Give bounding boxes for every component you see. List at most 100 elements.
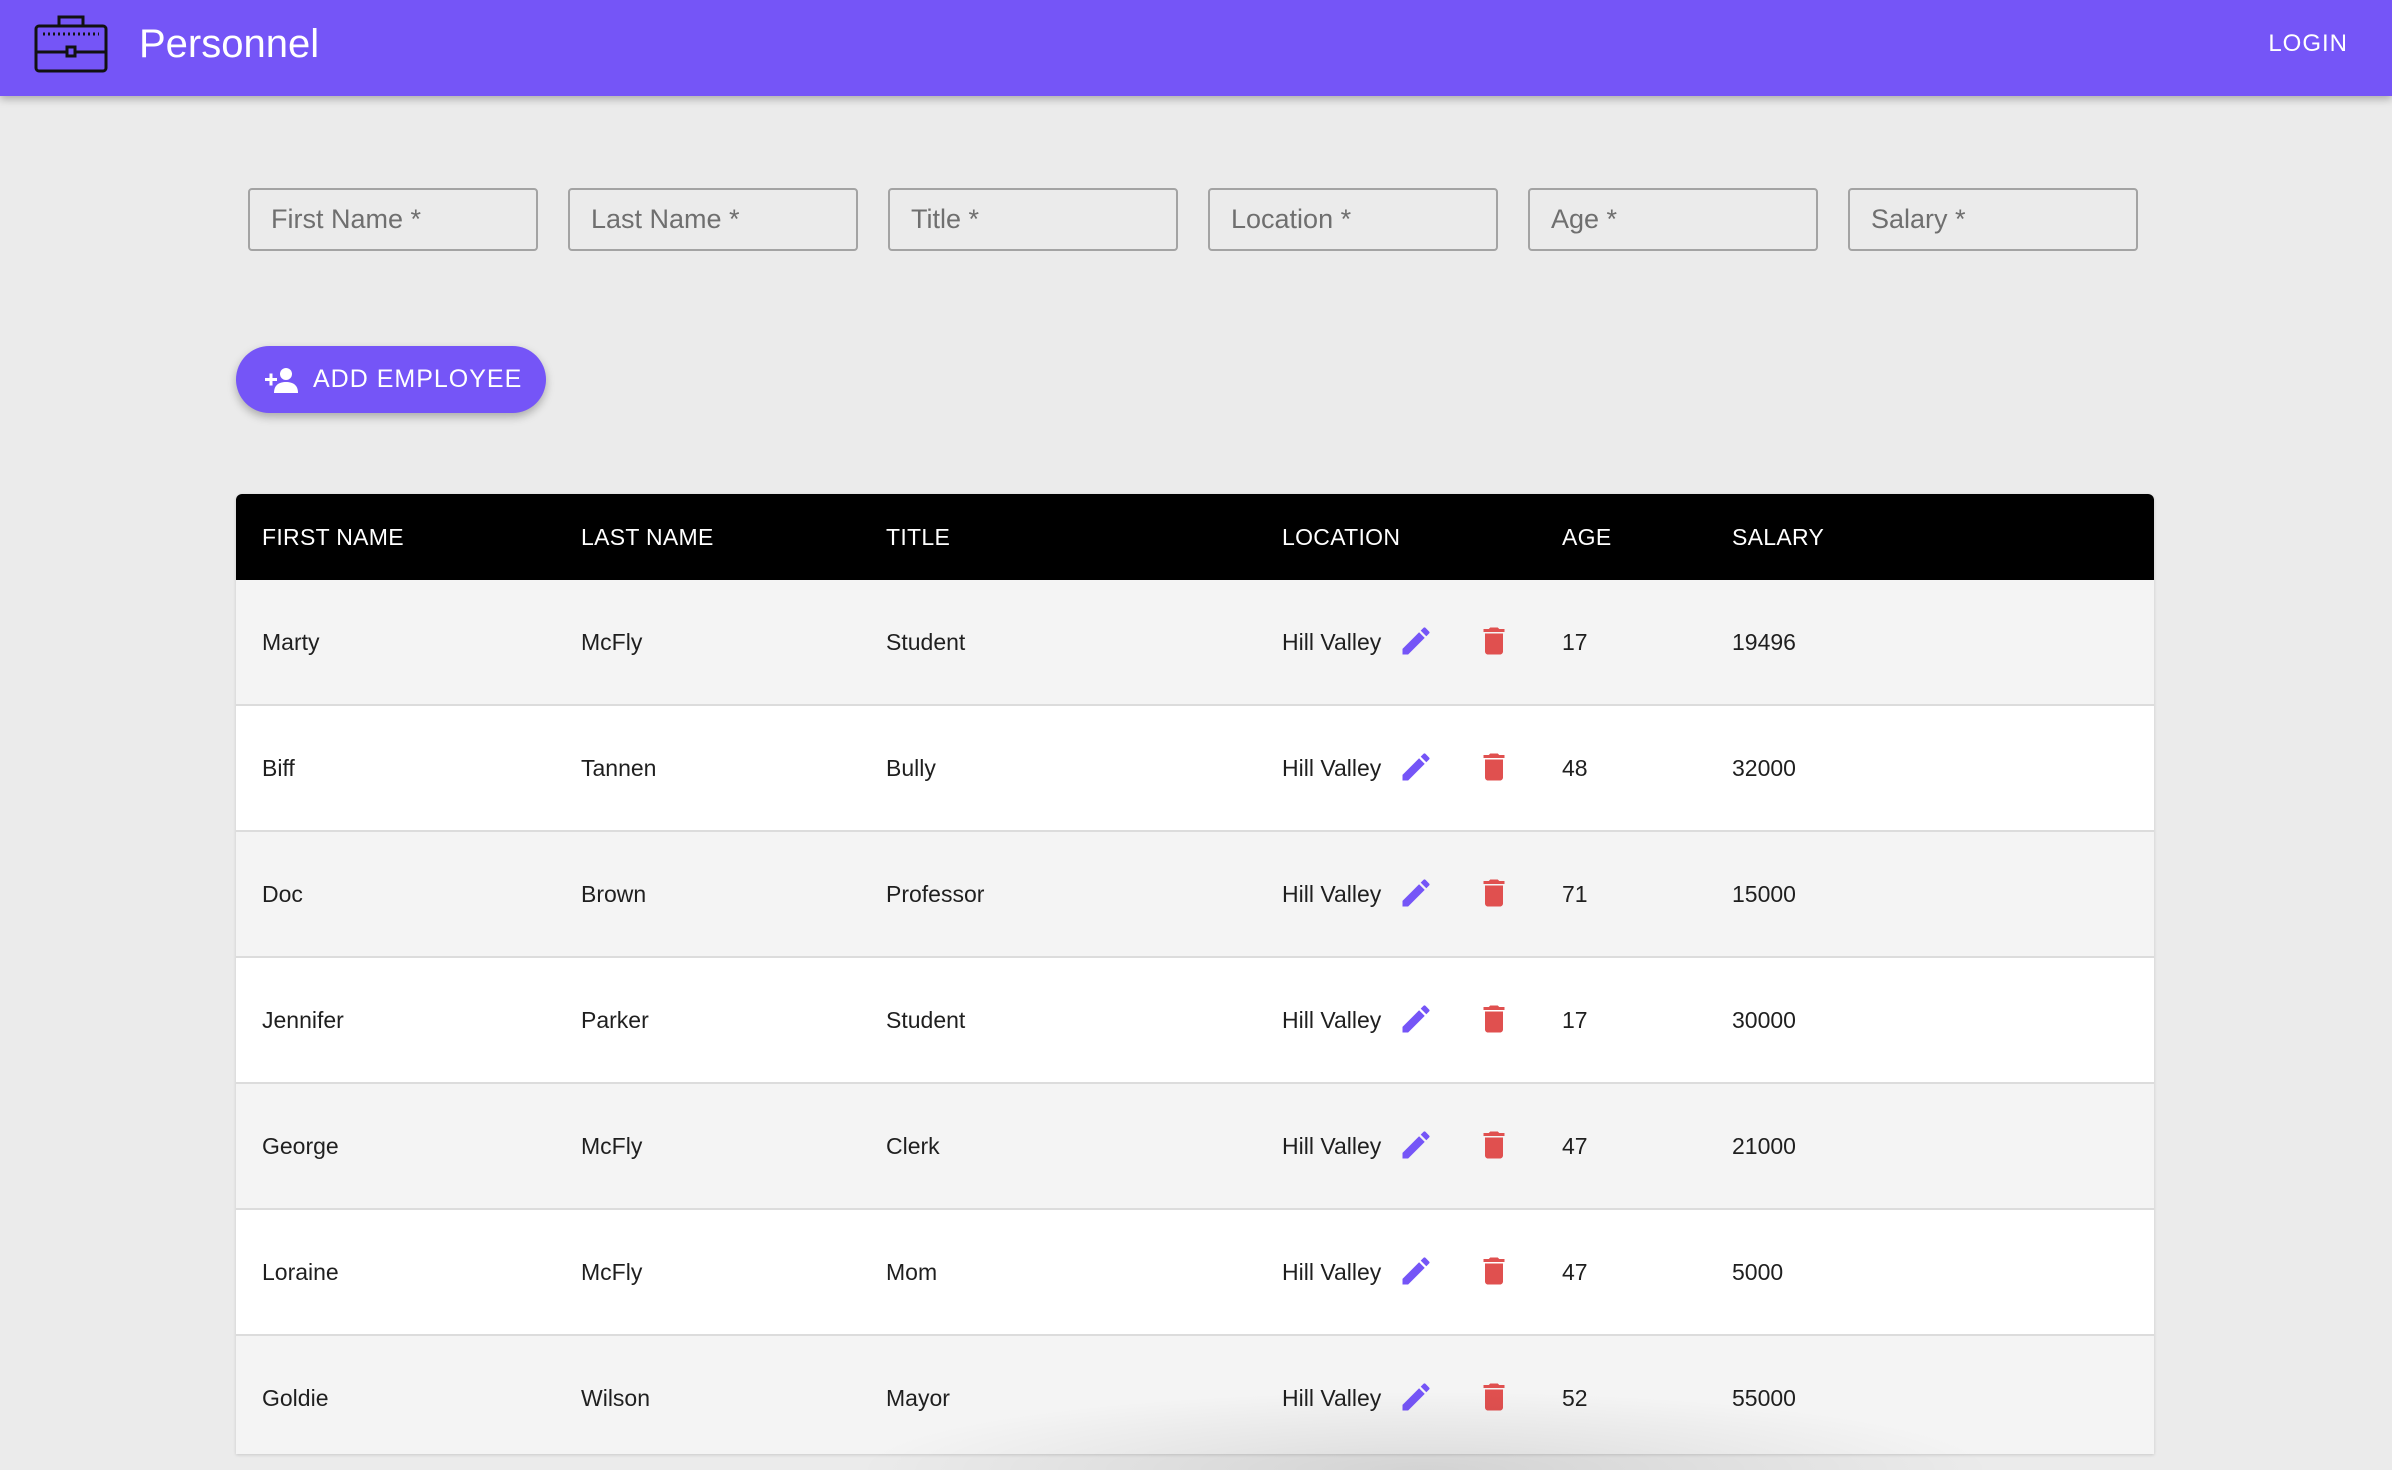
salary-input[interactable] [1850,190,2136,249]
cell-first-name: Biff [262,755,295,781]
edit-button[interactable] [1398,1001,1434,1037]
pencil-icon [1402,627,1430,655]
table-row: Goldie Wilson Mayor Hill Valley 52 55000 [236,1336,2154,1454]
app-bar: Personnel LOGIN [0,0,2392,96]
pencil-icon [1402,753,1430,781]
cell-location: Hill Valley [1282,1133,1382,1159]
cell-title: Clerk [886,1133,940,1159]
app-title: Personnel [139,22,320,66]
cell-age: 47 [1562,1259,1588,1285]
cell-age: 17 [1562,629,1588,655]
trash-icon [1483,1383,1505,1411]
salary-field[interactable] [1848,188,2138,251]
cell-first-name: Doc [262,881,303,907]
cell-location: Hill Valley [1282,1007,1382,1033]
delete-button[interactable] [1476,1379,1512,1415]
cell-last-name: Parker [581,1007,649,1033]
cell-last-name: McFly [581,1133,643,1159]
edit-button[interactable] [1398,875,1434,911]
cell-salary: 19496 [1732,629,1796,655]
employee-table: FIRST NAME LAST NAME TITLE LOCATION AGE … [236,494,2154,1454]
cell-last-name: McFly [581,629,643,655]
age-field[interactable] [1528,188,1818,251]
delete-button[interactable] [1476,875,1512,911]
col-first-name: FIRST NAME [262,524,404,550]
trash-icon [1483,1005,1505,1033]
edit-button[interactable] [1398,749,1434,785]
pencil-icon [1402,879,1430,907]
col-age: AGE [1562,524,1612,550]
cell-title: Student [886,1007,966,1033]
cell-first-name: George [262,1133,339,1159]
cell-first-name: Loraine [262,1259,339,1285]
table-header: FIRST NAME LAST NAME TITLE LOCATION AGE … [236,494,2154,580]
briefcase-icon [34,15,108,73]
delete-button[interactable] [1476,1253,1512,1289]
cell-last-name: Wilson [581,1385,651,1411]
last-name-input[interactable] [570,190,856,249]
cell-last-name: Tannen [581,755,657,781]
delete-button[interactable] [1476,749,1512,785]
cell-last-name: Brown [581,881,647,907]
delete-button[interactable] [1476,1127,1512,1163]
table-row: Doc Brown Professor Hill Valley 71 15000 [236,832,2154,958]
add-employee-label: ADD EMPLOYEE [313,365,523,393]
edit-button[interactable] [1398,1127,1434,1163]
trash-icon [1483,627,1505,655]
cell-age: 17 [1562,1007,1588,1033]
cell-location: Hill Valley [1282,881,1382,907]
cell-location: Hill Valley [1282,755,1382,781]
person-add-icon [265,368,298,393]
cell-salary: 21000 [1732,1133,1796,1159]
cell-first-name: Jennifer [262,1007,344,1033]
cell-title: Bully [886,755,936,781]
trash-icon [1483,879,1505,907]
cell-last-name: McFly [581,1259,643,1285]
col-salary: SALARY [1732,524,1825,550]
trash-icon [1483,1131,1505,1159]
cell-age: 47 [1562,1133,1588,1159]
table-row: Jennifer Parker Student Hill Valley 17 30000 [236,958,2154,1084]
cell-age: 52 [1562,1385,1588,1411]
cell-title: Professor [886,881,985,907]
cell-first-name: Marty [262,629,320,655]
cell-title: Mom [886,1259,938,1285]
col-title: TITLE [886,524,951,550]
cell-location: Hill Valley [1282,629,1382,655]
table-row: Biff Tannen Bully Hill Valley 48 32000 [236,706,2154,832]
pencil-icon [1402,1131,1430,1159]
delete-button[interactable] [1476,623,1512,659]
cell-title: Student [886,629,966,655]
location-input[interactable] [1210,190,1496,249]
delete-button[interactable] [1476,1001,1512,1037]
cell-first-name: Goldie [262,1385,329,1411]
last-name-field[interactable] [568,188,858,251]
title-input[interactable] [890,190,1176,249]
pencil-icon [1402,1005,1430,1033]
edit-button[interactable] [1398,623,1434,659]
cell-title: Mayor [886,1385,950,1411]
first-name-field[interactable] [248,188,538,251]
table-row: Loraine McFly Mom Hill Valley 47 5000 [236,1210,2154,1336]
title-field[interactable] [888,188,1178,251]
edit-button[interactable] [1398,1379,1434,1415]
col-location: LOCATION [1282,524,1401,550]
cell-location: Hill Valley [1282,1385,1382,1411]
cell-salary: 5000 [1732,1259,1784,1285]
edit-button[interactable] [1398,1253,1434,1289]
cell-location: Hill Valley [1282,1259,1382,1285]
trash-icon [1483,753,1505,781]
age-input[interactable] [1530,190,1816,249]
cell-age: 71 [1562,881,1588,907]
cell-salary: 32000 [1732,755,1796,781]
first-name-input[interactable] [250,190,536,249]
pencil-icon [1402,1257,1430,1285]
cell-age: 48 [1562,755,1588,781]
table-row: George McFly Clerk Hill Valley 47 21000 [236,1084,2154,1210]
cell-salary: 30000 [1732,1007,1796,1033]
location-field[interactable] [1208,188,1498,251]
cell-salary: 15000 [1732,881,1796,907]
login-button[interactable]: LOGIN [2268,26,2348,62]
table-row: Marty McFly Student Hill Valley 17 19496 [236,580,2154,706]
add-employee-button[interactable]: ADD EMPLOYEE [236,346,546,413]
